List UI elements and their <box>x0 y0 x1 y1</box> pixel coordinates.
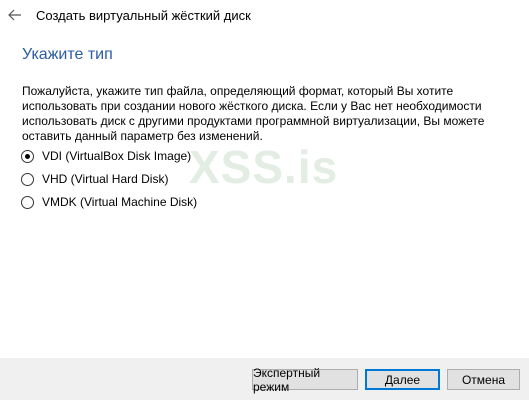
next-button[interactable]: Далее <box>365 369 440 390</box>
radio-label-vmdk: VMDK (Virtual Machine Disk) <box>42 195 198 209</box>
radio-button-vmdk[interactable] <box>21 195 34 209</box>
radio-option-vmdk[interactable]: VMDK (Virtual Machine Disk) <box>21 193 197 211</box>
radio-option-vdi[interactable]: VDI (VirtualBox Disk Image) <box>21 147 191 165</box>
title-bar: Создать виртуальный жёсткий диск <box>0 0 529 32</box>
watermark-text: XSS.is <box>189 141 339 193</box>
page-description: Пожалуйста, укажите тип файла, определяю… <box>22 84 485 143</box>
radio-option-vhd[interactable]: VHD (Virtual Hard Disk) <box>21 170 168 188</box>
expert-mode-button[interactable]: Экспертный режим <box>252 366 358 394</box>
radio-button-vhd[interactable] <box>21 172 34 186</box>
arrow-left-icon <box>8 9 21 21</box>
radio-label-vhd: VHD (Virtual Hard Disk) <box>42 172 169 186</box>
radio-button-vdi[interactable] <box>21 149 34 163</box>
dialog-footer: Экспертный режим Далее Отмена <box>0 358 529 400</box>
cancel-button[interactable]: Отмена <box>447 369 520 390</box>
window-title: Создать виртуальный жёсткий диск <box>36 8 251 23</box>
dialog-window: Создать виртуальный жёсткий диск Укажите… <box>0 0 529 400</box>
back-button[interactable] <box>4 4 26 26</box>
radio-label-vdi: VDI (VirtualBox Disk Image) <box>42 149 192 163</box>
page-heading: Укажите тип <box>22 46 113 63</box>
